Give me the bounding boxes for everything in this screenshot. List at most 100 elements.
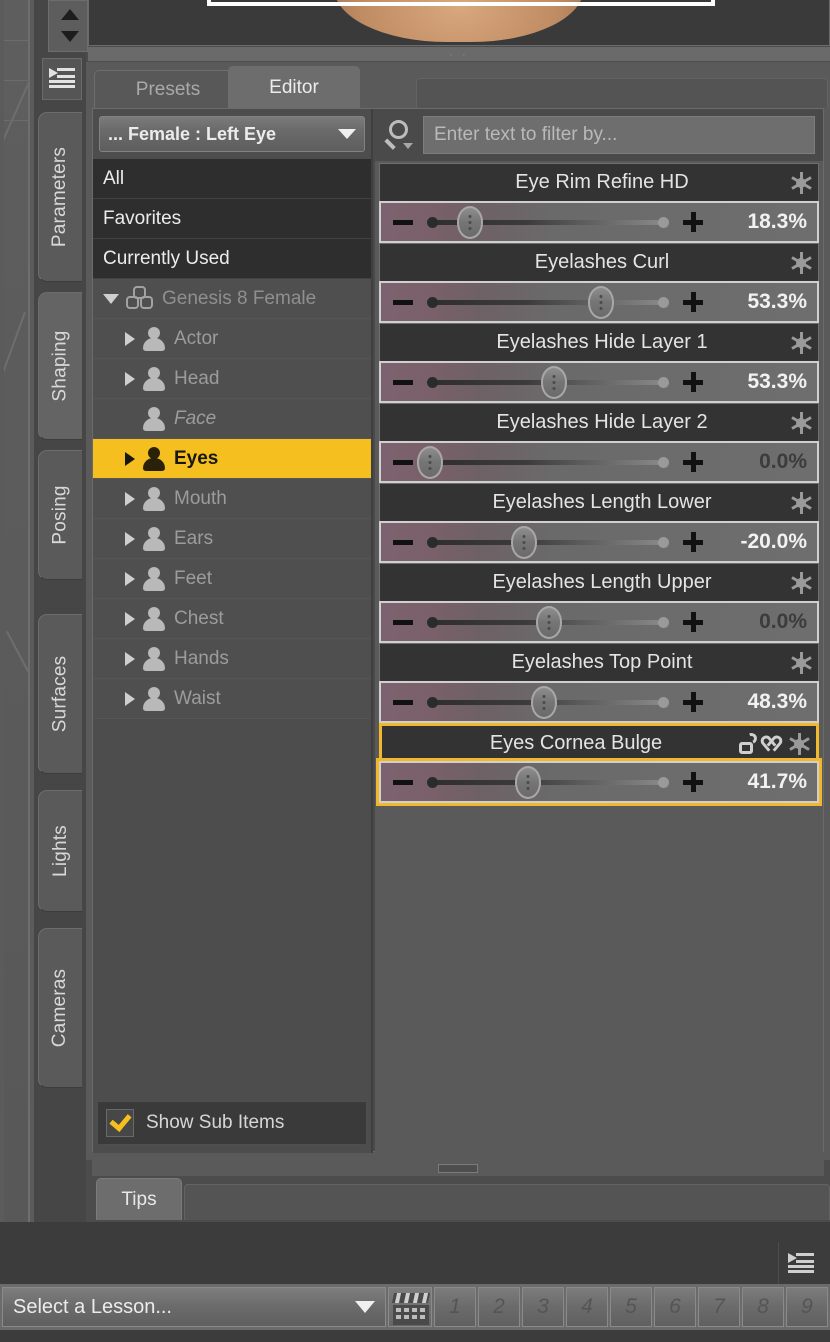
slider-bar[interactable]: -20.0% <box>379 521 819 563</box>
arrow-up-icon[interactable] <box>61 9 79 20</box>
sidebar-tab-posing[interactable]: Posing <box>38 450 82 580</box>
slider-value[interactable]: 18.3% <box>713 210 817 234</box>
show-sub-items-checkbox[interactable] <box>106 1109 134 1137</box>
heart-icon[interactable] <box>758 732 785 754</box>
slider-track[interactable] <box>425 526 673 559</box>
lesson-number-button[interactable]: 2 <box>478 1287 520 1327</box>
tab-presets[interactable]: Presets <box>94 70 242 108</box>
slider-bar[interactable]: 48.3% <box>379 681 819 723</box>
tab-tips[interactable]: Tips <box>96 1178 182 1220</box>
tree-item-waist[interactable]: Waist <box>93 679 371 719</box>
decrement-button[interactable] <box>381 619 425 625</box>
scroll-stepper[interactable] <box>48 0 88 52</box>
slider-bar[interactable]: 18.3% <box>379 201 819 243</box>
chevron-right-icon[interactable] <box>125 491 135 506</box>
gear-icon[interactable] <box>788 732 810 755</box>
slider-handle[interactable] <box>588 286 615 319</box>
chevron-right-icon[interactable] <box>125 611 135 626</box>
lesson-number-button[interactable]: 9 <box>786 1287 828 1327</box>
lesson-number-button[interactable]: 1 <box>434 1287 476 1327</box>
lesson-number-button[interactable]: 6 <box>654 1287 696 1327</box>
decrement-button[interactable] <box>381 299 425 305</box>
gear-icon[interactable] <box>790 491 812 514</box>
tree-item-genesis-8-female[interactable]: Genesis 8 Female <box>93 279 371 319</box>
slider-track[interactable] <box>416 446 673 479</box>
slider-track[interactable] <box>425 766 673 799</box>
lesson-number-button[interactable]: 8 <box>742 1287 784 1327</box>
slider-handle[interactable] <box>457 206 484 239</box>
film-clapper-icon[interactable] <box>388 1287 432 1327</box>
tree-item-actor[interactable]: Actor <box>93 319 371 359</box>
slider-track[interactable] <box>425 686 673 719</box>
chevron-right-icon[interactable] <box>125 531 135 546</box>
slider-bar[interactable]: 0.0% <box>379 441 819 483</box>
sidebar-tab-shaping[interactable]: Shaping <box>38 292 82 440</box>
slider-handle[interactable] <box>515 766 542 799</box>
chevron-right-icon[interactable] <box>125 371 135 386</box>
slider-bar[interactable]: 53.3% <box>379 361 819 403</box>
slider-value[interactable]: 48.3% <box>713 690 817 714</box>
lesson-number-button[interactable]: 4 <box>566 1287 608 1327</box>
show-sub-items-row[interactable]: Show Sub Items <box>97 1101 367 1145</box>
chevron-right-icon[interactable] <box>125 651 135 666</box>
tree-item-chest[interactable]: Chest <box>93 599 371 639</box>
chevron-right-icon[interactable] <box>125 451 135 466</box>
gear-icon[interactable] <box>790 331 812 354</box>
slider-bar[interactable]: 41.7% <box>376 758 822 806</box>
chevron-right-icon[interactable] <box>125 571 135 586</box>
slider-handle[interactable] <box>511 526 538 559</box>
slider-handle[interactable] <box>416 446 443 479</box>
decrement-button[interactable] <box>381 379 425 385</box>
chevron-right-icon[interactable] <box>125 691 135 706</box>
decrement-button[interactable] <box>381 779 425 785</box>
slider-track[interactable] <box>425 286 673 319</box>
decrement-button[interactable] <box>381 539 425 545</box>
lesson-number-button[interactable]: 3 <box>522 1287 564 1327</box>
slider-track[interactable] <box>425 366 673 399</box>
lesson-number-button[interactable]: 7 <box>698 1287 740 1327</box>
chevron-right-icon[interactable] <box>125 331 135 346</box>
slider-handle[interactable] <box>536 606 562 639</box>
bottom-menu-button[interactable] <box>778 1242 822 1286</box>
tree-item-favorites[interactable]: Favorites <box>93 199 371 239</box>
tree-item-eyes[interactable]: Eyes <box>93 439 371 479</box>
slider-value[interactable]: 53.3% <box>713 290 817 314</box>
tree-item-hands[interactable]: Hands <box>93 639 371 679</box>
bottom-splitter[interactable] <box>92 1160 824 1176</box>
decrement-button[interactable] <box>381 699 425 705</box>
gear-icon[interactable] <box>790 171 812 194</box>
tree-item-feet[interactable]: Feet <box>93 559 371 599</box>
gear-icon[interactable] <box>790 571 812 594</box>
arrow-down-icon[interactable] <box>61 31 79 42</box>
slider-bar[interactable]: 0.0% <box>379 601 819 643</box>
tree-item-currently-used[interactable]: Currently Used <box>93 239 371 279</box>
rail-menu-button[interactable] <box>42 58 82 100</box>
slider-track[interactable] <box>425 606 673 639</box>
gear-icon[interactable] <box>790 251 812 274</box>
lesson-number-button[interactable]: 5 <box>610 1287 652 1327</box>
slider-value[interactable]: 0.0% <box>713 610 817 634</box>
tree-item-all[interactable]: All <box>93 159 371 199</box>
gear-icon[interactable] <box>790 651 812 674</box>
slider-handle[interactable] <box>540 366 567 399</box>
slider-track[interactable] <box>425 206 673 239</box>
search-icon[interactable] <box>383 118 417 152</box>
tree-item-face[interactable]: Face <box>93 399 371 439</box>
search-input[interactable]: Enter text to filter by... <box>423 116 815 154</box>
slider-value[interactable]: 0.0% <box>713 450 817 474</box>
sidebar-tab-lights[interactable]: Lights <box>38 790 82 912</box>
lesson-select[interactable]: Select a Lesson... <box>2 1287 386 1327</box>
chevron-down-icon[interactable] <box>103 293 119 304</box>
tree-item-ears[interactable]: Ears <box>93 519 371 559</box>
tree-item-mouth[interactable]: Mouth <box>93 479 371 519</box>
slider-value[interactable]: 53.3% <box>713 370 817 394</box>
gear-icon[interactable] <box>790 411 812 434</box>
viewport-preview[interactable] <box>88 0 830 46</box>
slider-handle[interactable] <box>531 686 558 719</box>
slider-value[interactable]: -20.0% <box>713 530 817 554</box>
decrement-button[interactable] <box>381 219 425 225</box>
slider-value[interactable]: 41.7% <box>713 770 817 794</box>
tab-editor[interactable]: Editor <box>228 66 360 108</box>
slider-bar[interactable]: 53.3% <box>379 281 819 323</box>
figure-selector-combobox[interactable]: ... Female : Left Eye <box>99 116 365 152</box>
